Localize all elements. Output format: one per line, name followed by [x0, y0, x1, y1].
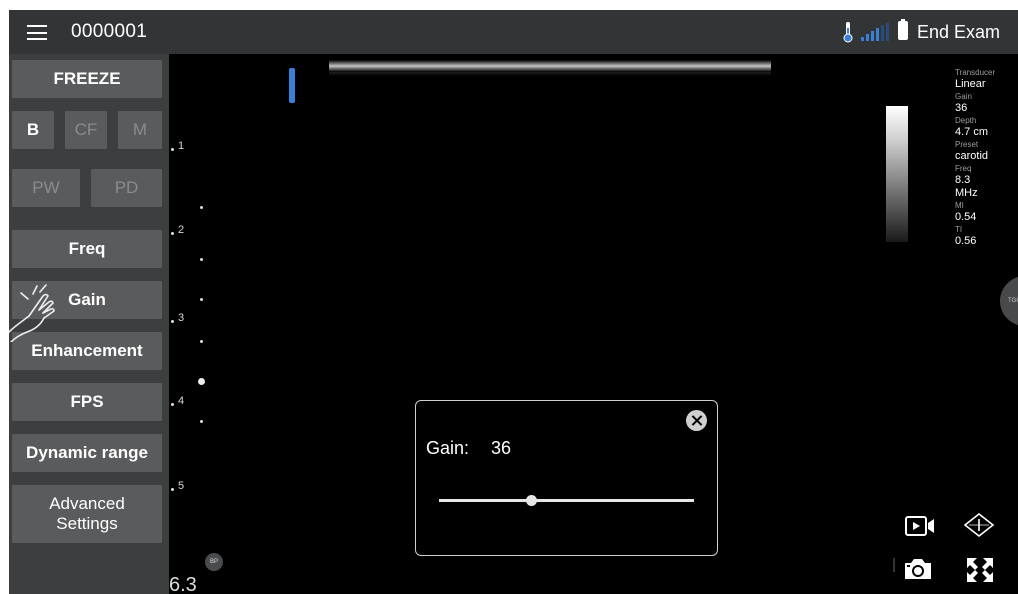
scan-echo-shadow — [329, 72, 771, 76]
gain-dialog-value: 36 — [491, 438, 512, 458]
depth-minor-dot — [200, 206, 203, 209]
param-preset-key: Preset — [955, 140, 979, 149]
freq-button[interactable]: Freq — [12, 230, 162, 268]
param-depth-key: Depth — [955, 116, 977, 125]
depth-minor-dot — [200, 298, 203, 301]
param-transducer-value: Linear — [955, 78, 986, 90]
scan-echo-line — [329, 60, 771, 72]
fullscreen-expand-icon[interactable] — [965, 556, 995, 584]
param-gain-value: 36 — [955, 102, 968, 114]
depth-minor-dot — [200, 340, 203, 343]
top-bar: 0000001 End Exam — [9, 10, 1018, 54]
advanced-settings-line2: Settings — [56, 514, 118, 533]
depth-mark-5: 5 — [178, 480, 185, 492]
depth-tick — [171, 320, 174, 323]
depth-minor-dot — [200, 258, 203, 261]
freeze-button[interactable]: FREEZE — [12, 60, 162, 98]
param-gain-key: Gain — [955, 92, 972, 101]
mode-pd-button[interactable]: PD — [91, 169, 162, 207]
max-depth-value: 6.3 — [169, 574, 197, 594]
fps-button[interactable]: FPS — [12, 383, 162, 421]
grayscale-map-bar — [886, 106, 908, 242]
param-ti-key: TI — [955, 225, 963, 234]
gain-dialog: Gain: 36 — [415, 400, 718, 556]
bp-badge[interactable]: BP — [205, 553, 223, 571]
dynamic-range-button[interactable]: Dynamic range — [12, 434, 162, 472]
depth-tick — [171, 232, 174, 235]
param-freq-value: 8.3 — [955, 174, 971, 186]
end-exam-button[interactable]: End Exam — [917, 22, 1000, 43]
probe-orientation-icon[interactable] — [963, 512, 995, 538]
imaging-parameters-panel: Transducer Linear Gain 36 Depth 4.7 cm P… — [955, 68, 1018, 249]
depth-mark-2: 2 — [178, 224, 185, 236]
hamburger-menu-icon[interactable] — [27, 25, 47, 40]
ultrasound-app-frame: 0000001 End Exam FREEZE B CF M PW PD Fre… — [9, 10, 1018, 594]
param-mi-value: 0.54 — [955, 211, 977, 223]
video-record-icon[interactable] — [904, 514, 936, 538]
gain-slider-track[interactable] — [439, 495, 694, 506]
param-preset-value: carotid — [955, 150, 989, 162]
depth-tick — [171, 148, 174, 151]
mode-cf-button[interactable]: CF — [65, 111, 107, 149]
focus-depth-dot — [198, 378, 205, 385]
depth-minor-dot — [200, 420, 203, 423]
divider — [893, 558, 895, 572]
signal-strength-icon — [861, 23, 889, 41]
mode-b-button[interactable]: B — [12, 111, 54, 149]
gain-slider-thumb[interactable] — [525, 495, 537, 506]
param-ti-value: 0.56 — [955, 235, 977, 247]
param-transducer-key: Transducer — [955, 68, 996, 77]
param-freq-key: Freq — [955, 164, 972, 173]
camera-icon[interactable] — [902, 556, 934, 582]
depth-tick — [171, 488, 174, 491]
gain-dialog-label: Gain: — [426, 438, 470, 458]
depth-mark-4: 4 — [178, 395, 185, 407]
mode-pw-button[interactable]: PW — [12, 169, 80, 207]
advanced-settings-line1: Advanced — [49, 493, 125, 513]
patient-id: 0000001 — [71, 21, 148, 42]
param-depth-value: 4.7 cm — [955, 126, 989, 138]
tgc-pull-tab[interactable]: TGC — [1000, 276, 1018, 326]
param-freq-unit: MHz — [955, 187, 978, 199]
depth-tick — [171, 403, 174, 406]
close-icon[interactable] — [686, 410, 707, 431]
param-mi-key: MI — [955, 201, 964, 210]
depth-mark-3: 3 — [178, 312, 185, 324]
advanced-settings-button[interactable]: Advanced Settings — [12, 485, 162, 543]
tap-hand-icon — [9, 284, 55, 342]
ultrasound-image-area[interactable]: 1 2 3 4 5 BP 6.3 Transducer Linear Gain … — [169, 54, 1018, 594]
battery-icon — [898, 19, 908, 40]
thermometer-icon — [843, 22, 853, 43]
depth-mark-1: 1 — [178, 140, 185, 152]
focus-marker[interactable] — [289, 68, 295, 103]
mode-m-button[interactable]: M — [118, 111, 162, 149]
